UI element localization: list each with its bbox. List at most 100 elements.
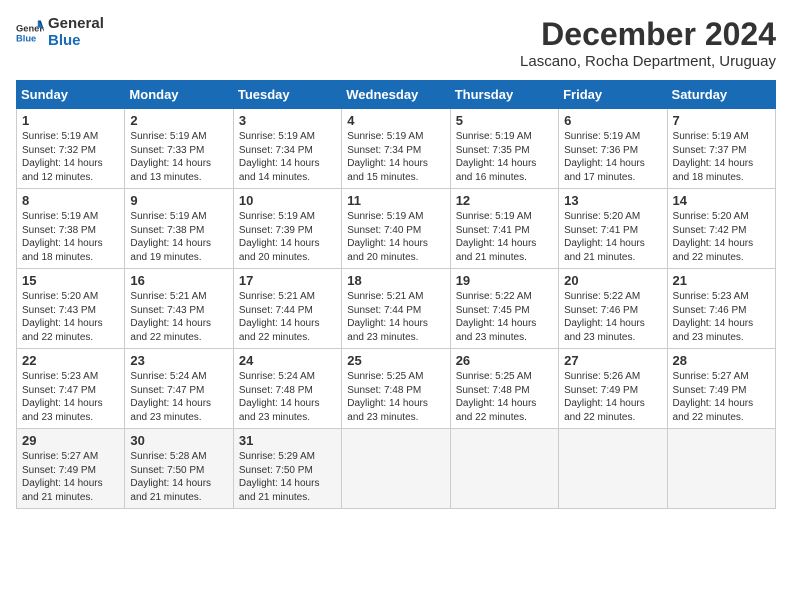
day-info: Sunrise: 5:19 AM Sunset: 7:38 PM Dayligh… [22,210,119,264]
day-info: Sunrise: 5:28 AM Sunset: 7:50 PM Dayligh… [130,450,227,504]
calendar-cell: 3 Sunrise: 5:19 AM Sunset: 7:34 PM Dayli… [233,109,341,189]
day-info: Sunrise: 5:29 AM Sunset: 7:50 PM Dayligh… [239,450,336,504]
title-area: December 2024 Lascano, Rocha Department,… [520,16,776,70]
day-info: Sunrise: 5:25 AM Sunset: 7:48 PM Dayligh… [456,370,553,424]
calendar-cell: 23 Sunrise: 5:24 AM Sunset: 7:47 PM Dayl… [125,349,233,429]
weekday-header: Saturday [667,81,775,109]
calendar-cell: 25 Sunrise: 5:25 AM Sunset: 7:48 PM Dayl… [342,349,450,429]
day-number: 21 [673,273,770,288]
calendar-week-row: 29 Sunrise: 5:27 AM Sunset: 7:49 PM Dayl… [17,429,776,509]
calendar-cell: 9 Sunrise: 5:19 AM Sunset: 7:38 PM Dayli… [125,189,233,269]
calendar-week-row: 15 Sunrise: 5:20 AM Sunset: 7:43 PM Dayl… [17,269,776,349]
day-number: 12 [456,193,553,208]
day-number: 28 [673,353,770,368]
calendar-cell: 6 Sunrise: 5:19 AM Sunset: 7:36 PM Dayli… [559,109,667,189]
day-info: Sunrise: 5:27 AM Sunset: 7:49 PM Dayligh… [22,450,119,504]
day-info: Sunrise: 5:20 AM Sunset: 7:41 PM Dayligh… [564,210,661,264]
calendar-cell [450,429,558,509]
day-info: Sunrise: 5:19 AM Sunset: 7:35 PM Dayligh… [456,130,553,184]
logo: General Blue General Blue [16,16,104,49]
day-number: 19 [456,273,553,288]
day-info: Sunrise: 5:19 AM Sunset: 7:41 PM Dayligh… [456,210,553,264]
calendar-cell: 28 Sunrise: 5:27 AM Sunset: 7:49 PM Dayl… [667,349,775,429]
day-number: 2 [130,113,227,128]
weekday-header: Sunday [17,81,125,109]
calendar-cell: 26 Sunrise: 5:25 AM Sunset: 7:48 PM Dayl… [450,349,558,429]
day-info: Sunrise: 5:21 AM Sunset: 7:44 PM Dayligh… [239,290,336,344]
day-number: 30 [130,433,227,448]
day-info: Sunrise: 5:21 AM Sunset: 7:43 PM Dayligh… [130,290,227,344]
day-number: 26 [456,353,553,368]
calendar-header-row: SundayMondayTuesdayWednesdayThursdayFrid… [17,81,776,109]
day-info: Sunrise: 5:19 AM Sunset: 7:40 PM Dayligh… [347,210,444,264]
month-title: December 2024 [520,16,776,53]
weekday-header: Friday [559,81,667,109]
calendar-cell: 19 Sunrise: 5:22 AM Sunset: 7:45 PM Dayl… [450,269,558,349]
day-number: 23 [130,353,227,368]
day-info: Sunrise: 5:19 AM Sunset: 7:32 PM Dayligh… [22,130,119,184]
day-info: Sunrise: 5:19 AM Sunset: 7:37 PM Dayligh… [673,130,770,184]
logo-icon: General Blue [16,19,44,47]
calendar-week-row: 22 Sunrise: 5:23 AM Sunset: 7:47 PM Dayl… [17,349,776,429]
calendar-cell [667,429,775,509]
day-number: 16 [130,273,227,288]
calendar-cell: 1 Sunrise: 5:19 AM Sunset: 7:32 PM Dayli… [17,109,125,189]
calendar-cell: 7 Sunrise: 5:19 AM Sunset: 7:37 PM Dayli… [667,109,775,189]
day-info: Sunrise: 5:26 AM Sunset: 7:49 PM Dayligh… [564,370,661,424]
day-number: 14 [673,193,770,208]
day-number: 13 [564,193,661,208]
day-number: 15 [22,273,119,288]
svg-text:Blue: Blue [16,33,36,43]
header: General Blue General Blue December 2024 … [16,16,776,70]
day-info: Sunrise: 5:25 AM Sunset: 7:48 PM Dayligh… [347,370,444,424]
location-title: Lascano, Rocha Department, Uruguay [520,53,776,70]
calendar-cell: 18 Sunrise: 5:21 AM Sunset: 7:44 PM Dayl… [342,269,450,349]
calendar-cell: 15 Sunrise: 5:20 AM Sunset: 7:43 PM Dayl… [17,269,125,349]
calendar-cell: 31 Sunrise: 5:29 AM Sunset: 7:50 PM Dayl… [233,429,341,509]
weekday-header: Wednesday [342,81,450,109]
day-info: Sunrise: 5:22 AM Sunset: 7:45 PM Dayligh… [456,290,553,344]
day-number: 1 [22,113,119,128]
calendar-cell: 16 Sunrise: 5:21 AM Sunset: 7:43 PM Dayl… [125,269,233,349]
day-number: 17 [239,273,336,288]
day-info: Sunrise: 5:19 AM Sunset: 7:39 PM Dayligh… [239,210,336,264]
day-number: 20 [564,273,661,288]
weekday-header: Monday [125,81,233,109]
calendar-cell: 30 Sunrise: 5:28 AM Sunset: 7:50 PM Dayl… [125,429,233,509]
day-number: 8 [22,193,119,208]
day-number: 6 [564,113,661,128]
day-info: Sunrise: 5:20 AM Sunset: 7:43 PM Dayligh… [22,290,119,344]
day-info: Sunrise: 5:24 AM Sunset: 7:48 PM Dayligh… [239,370,336,424]
day-info: Sunrise: 5:19 AM Sunset: 7:33 PM Dayligh… [130,130,227,184]
calendar-cell: 24 Sunrise: 5:24 AM Sunset: 7:48 PM Dayl… [233,349,341,429]
calendar-cell [342,429,450,509]
day-info: Sunrise: 5:23 AM Sunset: 7:47 PM Dayligh… [22,370,119,424]
day-number: 25 [347,353,444,368]
day-info: Sunrise: 5:24 AM Sunset: 7:47 PM Dayligh… [130,370,227,424]
calendar-cell: 4 Sunrise: 5:19 AM Sunset: 7:34 PM Dayli… [342,109,450,189]
day-number: 10 [239,193,336,208]
day-number: 24 [239,353,336,368]
day-info: Sunrise: 5:27 AM Sunset: 7:49 PM Dayligh… [673,370,770,424]
calendar-cell: 13 Sunrise: 5:20 AM Sunset: 7:41 PM Dayl… [559,189,667,269]
calendar-cell: 21 Sunrise: 5:23 AM Sunset: 7:46 PM Dayl… [667,269,775,349]
day-info: Sunrise: 5:23 AM Sunset: 7:46 PM Dayligh… [673,290,770,344]
calendar-cell: 17 Sunrise: 5:21 AM Sunset: 7:44 PM Dayl… [233,269,341,349]
day-number: 11 [347,193,444,208]
calendar-cell: 22 Sunrise: 5:23 AM Sunset: 7:47 PM Dayl… [17,349,125,429]
day-info: Sunrise: 5:21 AM Sunset: 7:44 PM Dayligh… [347,290,444,344]
calendar-cell: 11 Sunrise: 5:19 AM Sunset: 7:40 PM Dayl… [342,189,450,269]
calendar-cell: 14 Sunrise: 5:20 AM Sunset: 7:42 PM Dayl… [667,189,775,269]
day-number: 3 [239,113,336,128]
calendar-cell: 20 Sunrise: 5:22 AM Sunset: 7:46 PM Dayl… [559,269,667,349]
day-number: 9 [130,193,227,208]
calendar-week-row: 1 Sunrise: 5:19 AM Sunset: 7:32 PM Dayli… [17,109,776,189]
logo-general-text: General [48,16,104,33]
day-number: 29 [22,433,119,448]
calendar-cell [559,429,667,509]
calendar-week-row: 8 Sunrise: 5:19 AM Sunset: 7:38 PM Dayli… [17,189,776,269]
calendar-cell: 29 Sunrise: 5:27 AM Sunset: 7:49 PM Dayl… [17,429,125,509]
calendar-cell: 27 Sunrise: 5:26 AM Sunset: 7:49 PM Dayl… [559,349,667,429]
calendar-cell: 8 Sunrise: 5:19 AM Sunset: 7:38 PM Dayli… [17,189,125,269]
logo-blue-text: Blue [48,33,104,50]
